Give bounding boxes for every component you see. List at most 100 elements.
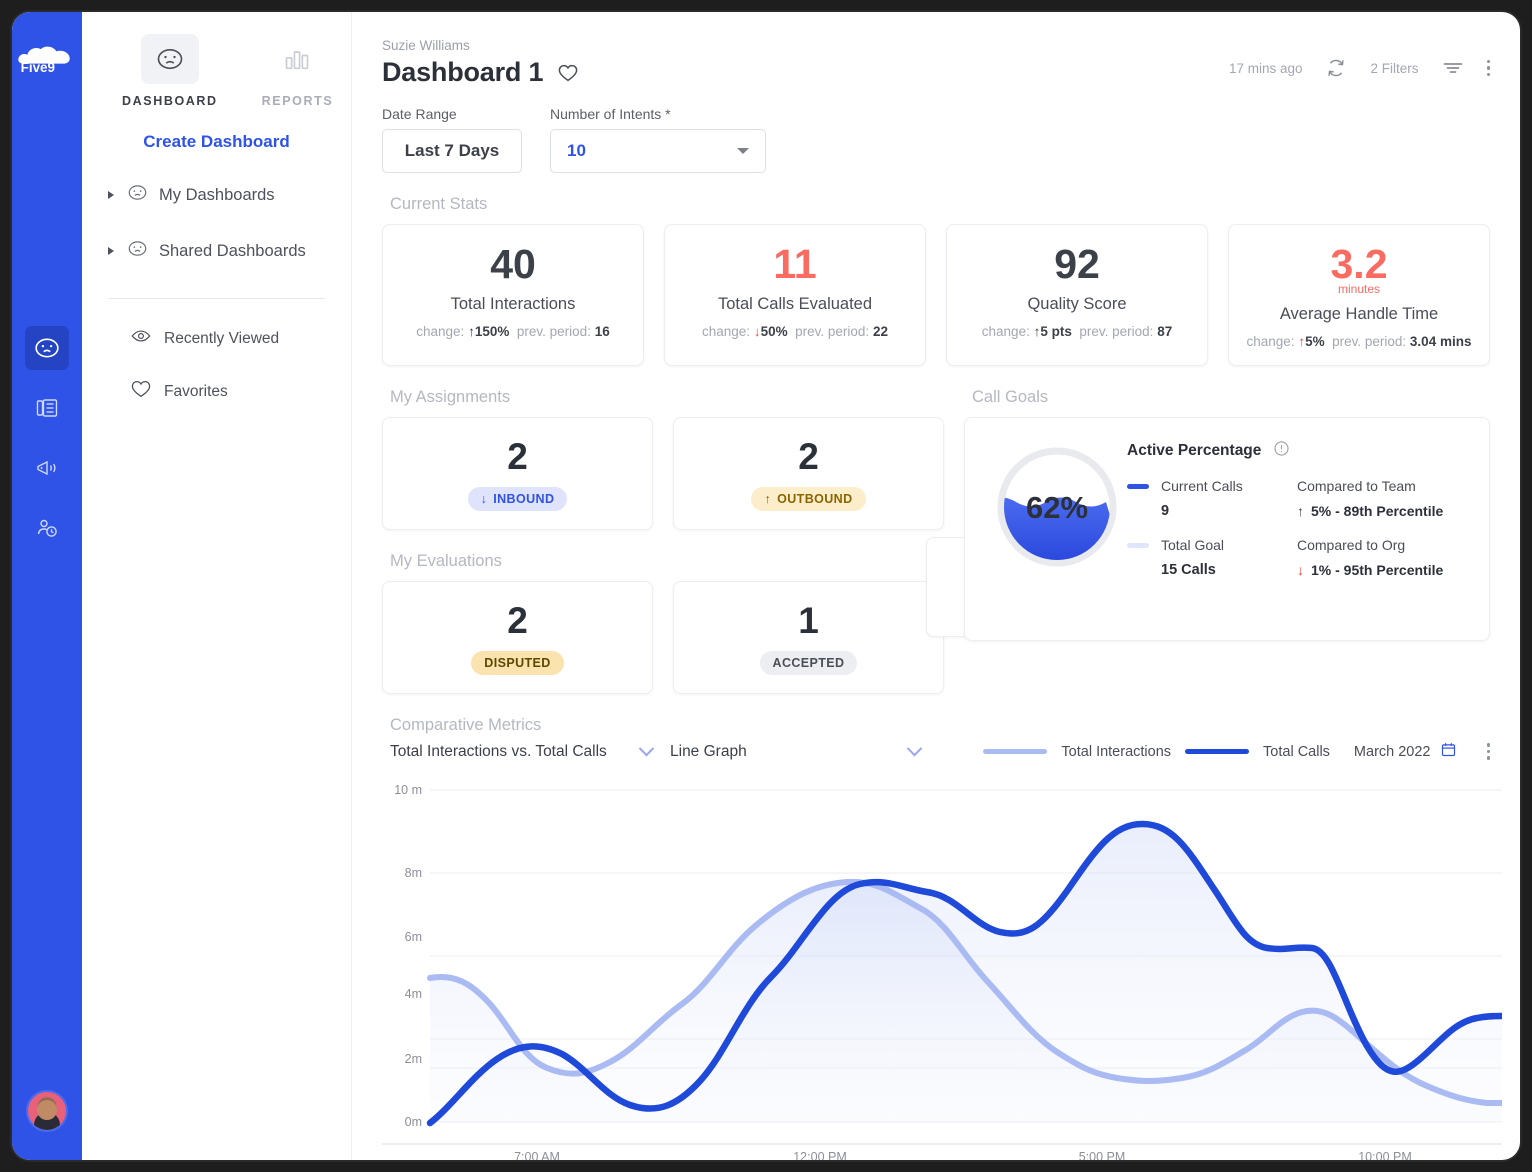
call-goals-panel[interactable]: 62% Active Percentage Current Calls 9 To… (964, 417, 1490, 642)
intents-value: 10 (567, 141, 586, 160)
stat-card-total-calls-evaluated[interactable]: 11 Total Calls Evaluated change: ↓50% pr… (664, 224, 926, 367)
tab-reports[interactable]: REPORTS (262, 34, 334, 108)
stat-card-average-handle-time[interactable]: 3.2 minutes Average Handle Time change: … (1228, 224, 1490, 367)
header-kebab-menu-icon[interactable] (1486, 59, 1490, 77)
dashboard-face-icon (140, 34, 199, 84)
main-content: Suzie Williams Dashboard 1 17 mins ago 2… (352, 12, 1520, 1160)
status-badge-accepted: ACCEPTED (759, 651, 858, 676)
chart-type-value: Line Graph (670, 742, 747, 760)
page-title: Dashboard 1 (382, 57, 544, 87)
bar-chart-icon (268, 34, 326, 84)
sidebar-group-my-dashboards[interactable]: My Dashboards (108, 182, 325, 208)
chevron-down-icon (638, 740, 655, 757)
arrow-up-icon: ↑ (764, 492, 772, 507)
chart-kebab-menu-icon[interactable] (1486, 743, 1490, 760)
refresh-icon[interactable] (1324, 56, 1348, 80)
assignment-card-outbound[interactable]: 2 ↑ OUTBOUND (673, 417, 944, 531)
intents-select[interactable]: 10 (550, 129, 766, 173)
arrow-up-icon: ↑ (1297, 503, 1304, 520)
intents-field: Number of Intents * 10 (550, 106, 766, 173)
stat-card-quality-score[interactable]: 92 Quality Score change: ↑5 pts prev. pe… (946, 224, 1208, 367)
status-badge-outbound: ↑ OUTBOUND (751, 487, 866, 512)
change-value: 5 pts (1040, 324, 1072, 340)
stat-change: change: ↑5% prev. period: 3.04 mins (1239, 334, 1479, 349)
filter-bar: Date Range Last 7 Days Number of Intents… (382, 106, 1490, 173)
megaphone-icon (37, 460, 56, 476)
badge-label: ACCEPTED (772, 656, 845, 671)
goal-legend-label: Total Goal (1161, 537, 1225, 554)
goal-metric-current-calls: Current Calls 9 (1127, 478, 1297, 519)
comparison-title: Compared to Org (1297, 537, 1406, 554)
y-tick-label: 0m (405, 1115, 422, 1129)
stat-name: Total Interactions (450, 295, 576, 314)
sidebar-item-recently-viewed[interactable]: Recently Viewed (130, 325, 325, 352)
chevron-down-icon (906, 740, 923, 757)
metric-select[interactable]: Total Interactions vs. Total Calls (390, 740, 655, 761)
sidebar-group-label: Shared Dashboards (159, 241, 306, 260)
evaluation-card-accepted[interactable]: 1 ACCEPTED (673, 581, 944, 695)
stat-name: Total Calls Evaluated (717, 295, 873, 314)
date-range-select[interactable]: Last 7 Days (382, 129, 522, 173)
status-badge-inbound: ↓ INBOUND (467, 487, 568, 512)
five9-logo: Five9 (16, 42, 78, 76)
sidebar-item-label: Favorites (164, 382, 228, 400)
stat-value: 40 (490, 241, 536, 287)
y-tick-label: 4m (405, 987, 422, 1001)
chevron-right-icon (108, 191, 114, 199)
stat-unit: minutes (1337, 282, 1381, 297)
sidebar: DASHBOARD REPORTS Create Dashboard My Da… (82, 12, 352, 1160)
tab-dashboard[interactable]: DASHBOARD (122, 34, 218, 108)
legend-swatch-current-calls (1127, 483, 1149, 489)
chevron-down-icon (737, 148, 749, 154)
stat-card-total-interactions[interactable]: 40 Total Interactions change: ↑150% prev… (382, 224, 644, 367)
chart-type-select[interactable]: Line Graph (670, 740, 923, 761)
y-tick-label: 8m (405, 866, 422, 880)
sidebar-group-label: My Dashboards (159, 185, 275, 204)
arrow-down-icon: ↓ (480, 492, 488, 507)
create-dashboard-button[interactable]: Create Dashboard (108, 132, 325, 152)
evaluation-card-disputed[interactable]: 2 DISPUTED (382, 581, 653, 695)
comparison-team: Compared to Team ↑ 5% - 89th Percentile (1297, 478, 1467, 519)
comparative-metrics-label: Comparative Metrics (390, 716, 542, 735)
prev-label: prev. period: (1332, 334, 1407, 350)
chart-date-picker[interactable]: March 2022 (1354, 741, 1457, 762)
avatar[interactable] (26, 1090, 68, 1132)
legend-label-total-calls: Total Calls (1263, 743, 1330, 760)
assignment-card-inbound[interactable]: 2 ↓ INBOUND (382, 417, 653, 531)
sidebar-item-favorites[interactable]: Favorites (130, 378, 325, 405)
change-value: 50% (760, 324, 788, 340)
x-axis-ticks: 7:00 AM 12:00 PM 5:00 PM 10:00 PM (514, 1150, 1412, 1160)
comparative-metrics-toolbar: Total Interactions vs. Total Calls Line … (390, 740, 1490, 762)
change-value: 150% (474, 324, 510, 340)
evaluation-value: 1 (798, 600, 819, 642)
goal-value: 15 Calls (1161, 562, 1216, 579)
prev-value: 22 (872, 324, 888, 340)
heart-icon (130, 378, 152, 405)
comparative-metrics-chart: 10 m 8m 6m 4m 2m 0m 7:00 AM 12:00 PM 5:0… (382, 776, 1502, 1160)
stat-name: Quality Score (1027, 295, 1127, 314)
rail-item-agent-activity[interactable] (25, 506, 69, 550)
rail-item-campaigns[interactable] (25, 446, 69, 490)
prev-label: prev. period: (1079, 324, 1154, 340)
filters-count-label[interactable]: 2 Filters (1370, 61, 1418, 76)
stat-change: change: ↓50% prev. period: 22 (675, 324, 915, 339)
prev-label: prev. period: (516, 324, 591, 340)
rail-item-scorecards[interactable] (25, 386, 69, 430)
sidebar-item-label: Recently Viewed (164, 329, 280, 347)
y-tick-label: 6m (405, 930, 422, 944)
stat-value: 92 (1054, 241, 1100, 287)
arrow-down-icon: ↓ (1297, 562, 1304, 579)
rail-item-dashboard[interactable] (25, 326, 69, 370)
dashboard-face-icon (127, 182, 148, 208)
favorite-heart-icon[interactable] (557, 62, 579, 84)
stat-name: Average Handle Time (1279, 305, 1439, 324)
goal-metric-total-goal: Total Goal 15 Calls (1127, 537, 1297, 578)
filter-icon[interactable] (1441, 56, 1465, 80)
change-label: change: (1246, 334, 1295, 350)
sidebar-group-shared-dashboards[interactable]: Shared Dashboards (108, 238, 325, 264)
info-icon[interactable] (1273, 440, 1290, 462)
badge-label: OUTBOUND (777, 492, 853, 507)
x-tick-label: 10:00 PM (1358, 1150, 1412, 1160)
arrow-down-icon: ↓ (753, 324, 761, 340)
comparison-org: Compared to Org ↓ 1% - 95th Percentile (1297, 537, 1467, 578)
